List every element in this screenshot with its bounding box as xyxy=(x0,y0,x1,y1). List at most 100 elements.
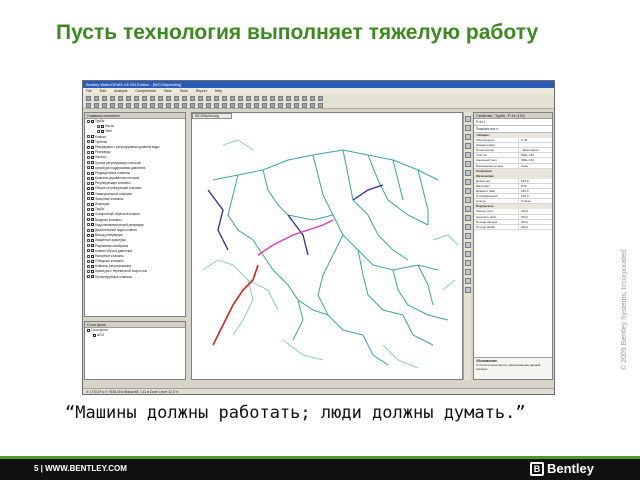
toolbar-button[interactable] xyxy=(94,96,99,101)
toolbar-button[interactable] xyxy=(86,96,91,101)
visibility-checkbox[interactable] xyxy=(91,264,94,268)
drawing-tool-button[interactable] xyxy=(465,125,471,131)
property-value[interactable]: (N/A) xyxy=(518,209,552,214)
visibility-checkbox[interactable] xyxy=(87,328,90,332)
toolbar-button[interactable] xyxy=(262,103,267,108)
toolbar-button[interactable] xyxy=(222,103,227,108)
visibility-checkbox[interactable] xyxy=(101,124,104,128)
toolbar-button[interactable] xyxy=(310,103,315,108)
toolbar-button[interactable] xyxy=(206,96,211,101)
visibility-checkbox[interactable] xyxy=(91,171,94,175)
toolbar-button[interactable] xyxy=(302,103,307,108)
toolbar-button[interactable] xyxy=(94,103,99,108)
visibility-checkbox[interactable] xyxy=(91,119,94,123)
expand-icon[interactable] xyxy=(87,213,90,217)
visibility-checkbox[interactable] xyxy=(91,145,94,149)
toolbar-button[interactable] xyxy=(222,96,227,101)
visibility-checkbox[interactable] xyxy=(91,155,94,159)
expand-icon[interactable] xyxy=(87,223,90,227)
visibility-checkbox[interactable] xyxy=(91,176,94,180)
toolbar-button[interactable] xyxy=(174,103,179,108)
visibility-checkbox[interactable] xyxy=(91,187,94,191)
toolbar-button[interactable] xyxy=(270,96,275,101)
toolbar-button[interactable] xyxy=(126,96,131,101)
toolbar-button[interactable] xyxy=(254,96,259,101)
visibility-checkbox[interactable] xyxy=(91,233,94,237)
expand-icon[interactable] xyxy=(87,181,90,185)
visibility-checkbox[interactable] xyxy=(91,244,94,248)
toolbar-button[interactable] xyxy=(318,96,323,101)
toolbar-button[interactable] xyxy=(262,96,267,101)
toolbar-button[interactable] xyxy=(246,103,251,108)
toolbar-button[interactable] xyxy=(238,96,243,101)
drawing-tool-button[interactable] xyxy=(465,215,471,221)
visibility-checkbox[interactable] xyxy=(101,130,104,134)
property-value[interactable]: Открыт xyxy=(518,199,552,204)
expand-icon[interactable] xyxy=(87,233,90,237)
menu-item[interactable]: Components xyxy=(135,89,155,93)
toolbar-button[interactable] xyxy=(294,103,299,108)
expand-icon[interactable] xyxy=(87,150,90,154)
menu-item[interactable]: Report xyxy=(196,89,207,93)
property-value[interactable]: 152,8 xyxy=(518,178,552,183)
visibility-checkbox[interactable] xyxy=(91,270,94,274)
visibility-checkbox[interactable] xyxy=(91,213,94,217)
drawing-tool-button[interactable] xyxy=(465,260,471,266)
element-selector[interactable]: P-44 ▾ xyxy=(474,119,552,126)
toolbar-button[interactable] xyxy=(110,96,115,101)
toolbar-button[interactable] xyxy=(278,103,283,108)
expand-icon[interactable] xyxy=(87,161,90,165)
expand-icon[interactable] xyxy=(87,192,90,196)
toolbar-button[interactable] xyxy=(190,103,195,108)
toolbar-button[interactable] xyxy=(190,96,195,101)
drawing-tool-button[interactable] xyxy=(465,233,471,239)
menu-item[interactable]: Analysis xyxy=(114,89,127,93)
tree-item[interactable]: Проектируемые клапаны xyxy=(85,275,185,280)
toolbar-button[interactable] xyxy=(174,96,179,101)
visibility-checkbox[interactable] xyxy=(91,249,94,253)
menu-item[interactable]: Help xyxy=(215,89,222,93)
visibility-checkbox[interactable] xyxy=(91,166,94,170)
expand-icon[interactable] xyxy=(87,238,90,242)
property-value[interactable]: SDE-J-69 xyxy=(518,158,552,163)
expand-icon[interactable] xyxy=(87,187,90,191)
toolbar-button[interactable] xyxy=(166,103,171,108)
visibility-checkbox[interactable] xyxy=(91,218,94,222)
visibility-checkbox[interactable] xyxy=(91,223,94,227)
visibility-checkbox[interactable] xyxy=(91,254,94,258)
drawing-tab[interactable]: WCOMprkd.wtg xyxy=(192,113,232,119)
tree-item[interactable]: wCO xyxy=(85,333,185,338)
toolbar-button[interactable] xyxy=(214,103,219,108)
menu-item[interactable]: File xyxy=(86,89,92,93)
expand-icon[interactable] xyxy=(87,249,90,253)
toolbar-button[interactable] xyxy=(318,103,323,108)
toolbar-button[interactable] xyxy=(126,103,131,108)
expand-icon[interactable] xyxy=(87,202,90,206)
expand-icon[interactable] xyxy=(87,264,90,268)
toolbar-button[interactable] xyxy=(142,103,147,108)
drawing-tool-button[interactable] xyxy=(465,179,471,185)
expand-icon[interactable] xyxy=(97,124,100,128)
property-value[interactable]: 130,0 xyxy=(518,194,552,199)
visibility-checkbox[interactable] xyxy=(91,140,94,144)
property-value[interactable]: P-44 xyxy=(518,138,552,143)
expand-icon[interactable] xyxy=(87,228,90,232)
visibility-checkbox[interactable] xyxy=(93,333,96,337)
visibility-checkbox[interactable] xyxy=(91,259,94,263)
visibility-checkbox[interactable] xyxy=(91,135,94,139)
toolbar-button[interactable] xyxy=(182,103,187,108)
visibility-checkbox[interactable] xyxy=(91,150,94,154)
toolbar-button[interactable] xyxy=(158,96,163,101)
property-value[interactable]: (N/A) xyxy=(518,219,552,224)
drawing-tool-button[interactable] xyxy=(465,197,471,203)
toolbar-button[interactable] xyxy=(118,103,123,108)
expand-icon[interactable] xyxy=(87,171,90,175)
visibility-checkbox[interactable] xyxy=(91,228,94,232)
property-value[interactable]: <Неактивен> xyxy=(518,148,552,153)
property-value[interactable] xyxy=(518,143,552,148)
toolbar-button[interactable] xyxy=(102,96,107,101)
drawing-tool-button[interactable] xyxy=(465,188,471,194)
toolbar-button[interactable] xyxy=(310,96,315,101)
expand-icon[interactable] xyxy=(87,176,90,180)
visibility-checkbox[interactable] xyxy=(91,202,94,206)
